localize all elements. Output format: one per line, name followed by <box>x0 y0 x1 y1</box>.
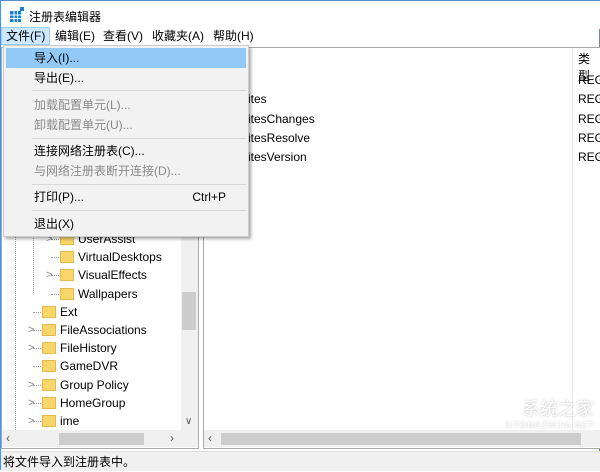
tree-item[interactable]: > FileHistory <box>2 339 180 357</box>
menu-item-label: 导出(E)... <box>34 71 84 85</box>
scroll-down-arrow-icon[interactable]: ∨ <box>185 416 192 427</box>
menu-item-label: 卸载配置单元(U)... <box>34 118 133 132</box>
menu-file[interactable]: 文件(F) <box>1 27 51 45</box>
tree-item-label: FileAssociations <box>60 323 147 337</box>
value-row[interactable]: ritesREG <box>204 90 600 108</box>
tree-connector <box>33 366 41 368</box>
menu-item-label: 与网络注册表断开连接(D)... <box>34 164 181 178</box>
value-type: REG <box>578 92 600 107</box>
value-name: ritesChanges <box>244 111 315 126</box>
tree-vertical-scroll-thumb[interactable] <box>182 292 196 330</box>
tree-item[interactable]: > Group Policy <box>2 376 180 394</box>
tree-item-label: Wallpapers <box>78 286 138 301</box>
tree-connector <box>51 293 59 295</box>
tree-item[interactable]: GameDVR <box>2 357 180 375</box>
tree-connector <box>51 275 59 277</box>
registry-editor-icon <box>10 7 24 22</box>
menu-separator <box>32 138 246 139</box>
tree-item-label: FileHistory <box>60 341 117 356</box>
value-type: REG <box>578 130 600 145</box>
folder-icon <box>42 415 56 427</box>
menu-item-disconnect-network-registry[interactable]: 与网络注册表断开连接(D)... <box>6 161 246 181</box>
tree-connector <box>51 239 59 240</box>
window-title: 注册表编辑器 <box>29 10 102 24</box>
tree-item[interactable]: Ext <box>2 303 180 321</box>
menu-help[interactable]: 帮助(H) <box>209 27 258 45</box>
tree-item[interactable]: > HomeGroup <box>2 394 180 412</box>
menu-item-exit[interactable]: 退出(X) <box>6 214 246 234</box>
folder-icon <box>42 396 56 409</box>
value-type: REG <box>578 73 600 87</box>
tree-item-label: VirtualDesktops <box>78 250 162 265</box>
tree-connector <box>33 311 41 313</box>
menu-bar: 文件(F) 编辑(E) 查看(V) 收藏夹(A) 帮助(H) <box>1 27 600 45</box>
menu-item-connect-network-registry[interactable]: 连接网络注册表(C)... <box>6 141 246 161</box>
tree-item-label: Ext <box>60 304 78 319</box>
menu-item-label: 退出(X) <box>34 217 74 231</box>
tree-item-label: GameDVR <box>60 359 119 374</box>
menu-item-import[interactable]: 导入(I)... <box>6 48 246 68</box>
title-bar: 注册表编辑器 <box>1 1 600 29</box>
menu-item-label: 导入(I)... <box>34 51 80 65</box>
scroll-right-arrow-icon[interactable]: › <box>170 431 174 445</box>
scroll-left-arrow-icon[interactable]: ‹ <box>6 431 10 445</box>
watermark: 系统之家 XITONGZHIJIA.NET <box>504 399 594 430</box>
value-row[interactable]: )REG <box>204 71 600 89</box>
tree-item[interactable]: > VisualEffects <box>2 266 180 284</box>
menu-item-load-hive[interactable]: 加载配置单元(L)... <box>6 95 246 115</box>
tree-item[interactable]: VirtualDesktops <box>2 248 180 266</box>
tree-connector <box>33 402 41 404</box>
menu-favorites[interactable]: 收藏夹(A) <box>148 27 208 45</box>
folder-icon <box>42 305 56 318</box>
value-row[interactable]: ritesVersion REG <box>204 148 600 166</box>
tree-item-label: Group Policy <box>60 377 129 392</box>
tree-item[interactable]: > ime <box>2 412 180 430</box>
scroll-left-arrow-icon[interactable]: ‹ <box>208 431 212 445</box>
menu-item-shortcut: Ctrl+P <box>192 190 226 204</box>
folder-icon <box>60 287 74 300</box>
tree-connector <box>33 421 41 422</box>
menu-separator <box>32 184 246 185</box>
menu-item-print[interactable]: 打印(P)... Ctrl+P <box>6 187 246 207</box>
tree-connector <box>33 330 41 331</box>
value-name: ritesResolve <box>244 130 311 145</box>
tree-connector <box>51 257 59 259</box>
menu-view[interactable]: 查看(V) <box>99 27 147 45</box>
folder-icon <box>42 342 56 355</box>
tree-horizontal-scroll-thumb[interactable] <box>59 433 144 445</box>
tree-item-label: HomeGroup <box>60 395 126 410</box>
menu-separator <box>32 210 246 211</box>
menu-separator <box>32 90 246 91</box>
menu-item-label: 加载配置单元(L)... <box>34 98 131 112</box>
value-type: REG <box>578 111 600 126</box>
menu-item-export[interactable]: 导出(E)... <box>6 68 246 88</box>
value-type: REG <box>578 150 600 165</box>
tree-item[interactable]: > FileAssociations <box>2 321 180 339</box>
menu-item-label: 打印(P)... <box>34 190 84 204</box>
menu-edit[interactable]: 编辑(E) <box>51 27 99 45</box>
folder-icon <box>42 360 56 373</box>
menu-item-unload-hive[interactable]: 卸载配置单元(U)... <box>6 115 246 135</box>
folder-icon <box>60 269 74 282</box>
tree-connector <box>33 384 41 386</box>
folder-icon <box>60 251 74 264</box>
value-row[interactable]: ritesChanges REG <box>204 110 600 128</box>
value-row[interactable]: ritesResolve REG <box>204 129 600 147</box>
folder-icon <box>42 378 56 391</box>
value-name: ritesVersion <box>244 150 307 165</box>
values-list[interactable]: 类型 )REGritesREGritesChangesREGritesResol… <box>203 47 600 449</box>
tree-item-label: ime <box>60 414 80 428</box>
tree-connector <box>33 348 41 350</box>
menu-item-label: 连接网络注册表(C)... <box>34 144 145 158</box>
file-menu-dropdown: 导入(I)... 导出(E)... 加载配置单元(L)... 卸载配置单元(U)… <box>3 45 249 237</box>
status-bar: 将文件导入到注册表中。 <box>1 451 600 471</box>
tree-item-label: VisualEffects <box>78 268 147 283</box>
values-horizontal-scroll-thumb[interactable] <box>221 433 581 445</box>
tree-item[interactable]: Wallpapers <box>2 285 180 303</box>
folder-icon <box>42 324 56 336</box>
